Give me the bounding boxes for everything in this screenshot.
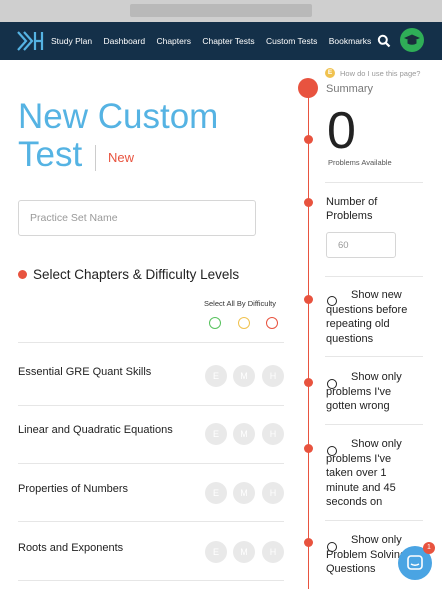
chapter-name: Roots and Exponents xyxy=(18,542,124,554)
summary-heading: Summary xyxy=(326,83,374,95)
search-icon[interactable] xyxy=(377,34,391,48)
divider xyxy=(325,424,423,425)
timeline-marker xyxy=(304,135,313,144)
nav-dashboard[interactable]: Dashboard xyxy=(104,36,146,46)
chapter-name: Linear and Quadratic Equations xyxy=(18,424,173,436)
hard-toggle[interactable]: H xyxy=(262,423,284,445)
nav-chapters[interactable]: Chapters xyxy=(156,36,191,46)
divider xyxy=(325,182,423,183)
address-bar[interactable] xyxy=(130,4,312,17)
medium-toggle[interactable]: M xyxy=(233,423,255,445)
timeline-line xyxy=(308,92,309,589)
timeline-marker xyxy=(304,295,313,304)
divider xyxy=(325,276,423,277)
timeline-marker xyxy=(304,378,313,387)
new-tag: New xyxy=(108,150,135,165)
chapter-name: Properties of Numbers xyxy=(18,483,129,495)
timeline-marker xyxy=(304,538,313,547)
hard-toggle[interactable]: H xyxy=(262,365,284,387)
top-navbar: Study Plan Dashboard Chapters Chapter Te… xyxy=(0,22,442,60)
title-divider xyxy=(95,145,96,171)
nav-bookmarks[interactable]: Bookmarks xyxy=(329,36,372,46)
select-all-easy-toggle[interactable] xyxy=(209,317,221,329)
num-problems-label: Number of Problems xyxy=(326,196,378,222)
hard-toggle[interactable]: H xyxy=(262,541,284,563)
magoosh-logo-icon[interactable] xyxy=(16,30,44,52)
problems-available-count: 0 xyxy=(327,102,356,160)
browser-toolbar xyxy=(0,0,442,22)
easy-toggle[interactable]: E xyxy=(205,541,227,563)
chapter-name: Essential GRE Quant Skills xyxy=(18,366,152,378)
divider xyxy=(325,356,423,357)
timeline-marker xyxy=(304,444,313,453)
divider xyxy=(18,405,284,406)
section-title: Select Chapters & Difficulty Levels xyxy=(33,267,240,282)
medium-toggle[interactable]: M xyxy=(233,541,255,563)
graduation-cap-icon xyxy=(404,34,420,45)
page-title: New Custom Test xyxy=(18,97,219,174)
divider xyxy=(18,580,284,581)
divider xyxy=(325,520,423,521)
option-label: Show only problems I've taken over 1 min… xyxy=(326,438,402,508)
medium-toggle[interactable]: M xyxy=(233,482,255,504)
easy-toggle[interactable]: E xyxy=(205,482,227,504)
select-all-medium-toggle[interactable] xyxy=(238,317,250,329)
nav-chapter-tests[interactable]: Chapter Tests xyxy=(202,36,254,46)
divider xyxy=(18,342,284,343)
num-problems-input[interactable] xyxy=(326,232,396,258)
divider xyxy=(18,521,284,522)
option-label: Show new questions before repeating old … xyxy=(326,289,408,345)
user-avatar[interactable] xyxy=(400,28,424,52)
chat-notification-badge: 1 xyxy=(423,542,435,554)
problems-available-label: Problems Available xyxy=(328,158,392,167)
timeline-start-marker xyxy=(298,78,318,98)
option-label: Show only problems I've gotten wrong xyxy=(326,371,402,412)
divider xyxy=(18,463,284,464)
timeline-marker xyxy=(304,198,313,207)
help-icon: E xyxy=(325,68,335,78)
easy-toggle[interactable]: E xyxy=(205,423,227,445)
medium-toggle[interactable]: M xyxy=(233,365,255,387)
nav-custom-tests[interactable]: Custom Tests xyxy=(266,36,317,46)
hard-toggle[interactable]: H xyxy=(262,482,284,504)
help-link[interactable]: How do I use this page? xyxy=(340,69,420,78)
select-all-label: Select All By Difficulty xyxy=(204,299,276,308)
practice-set-name-input[interactable] xyxy=(18,200,256,236)
nav-study-plan[interactable]: Study Plan xyxy=(51,36,92,46)
easy-toggle[interactable]: E xyxy=(205,365,227,387)
option-label: Show only Problem Solving Questions xyxy=(326,534,407,575)
section-bullet xyxy=(18,270,27,279)
select-all-hard-toggle[interactable] xyxy=(266,317,278,329)
